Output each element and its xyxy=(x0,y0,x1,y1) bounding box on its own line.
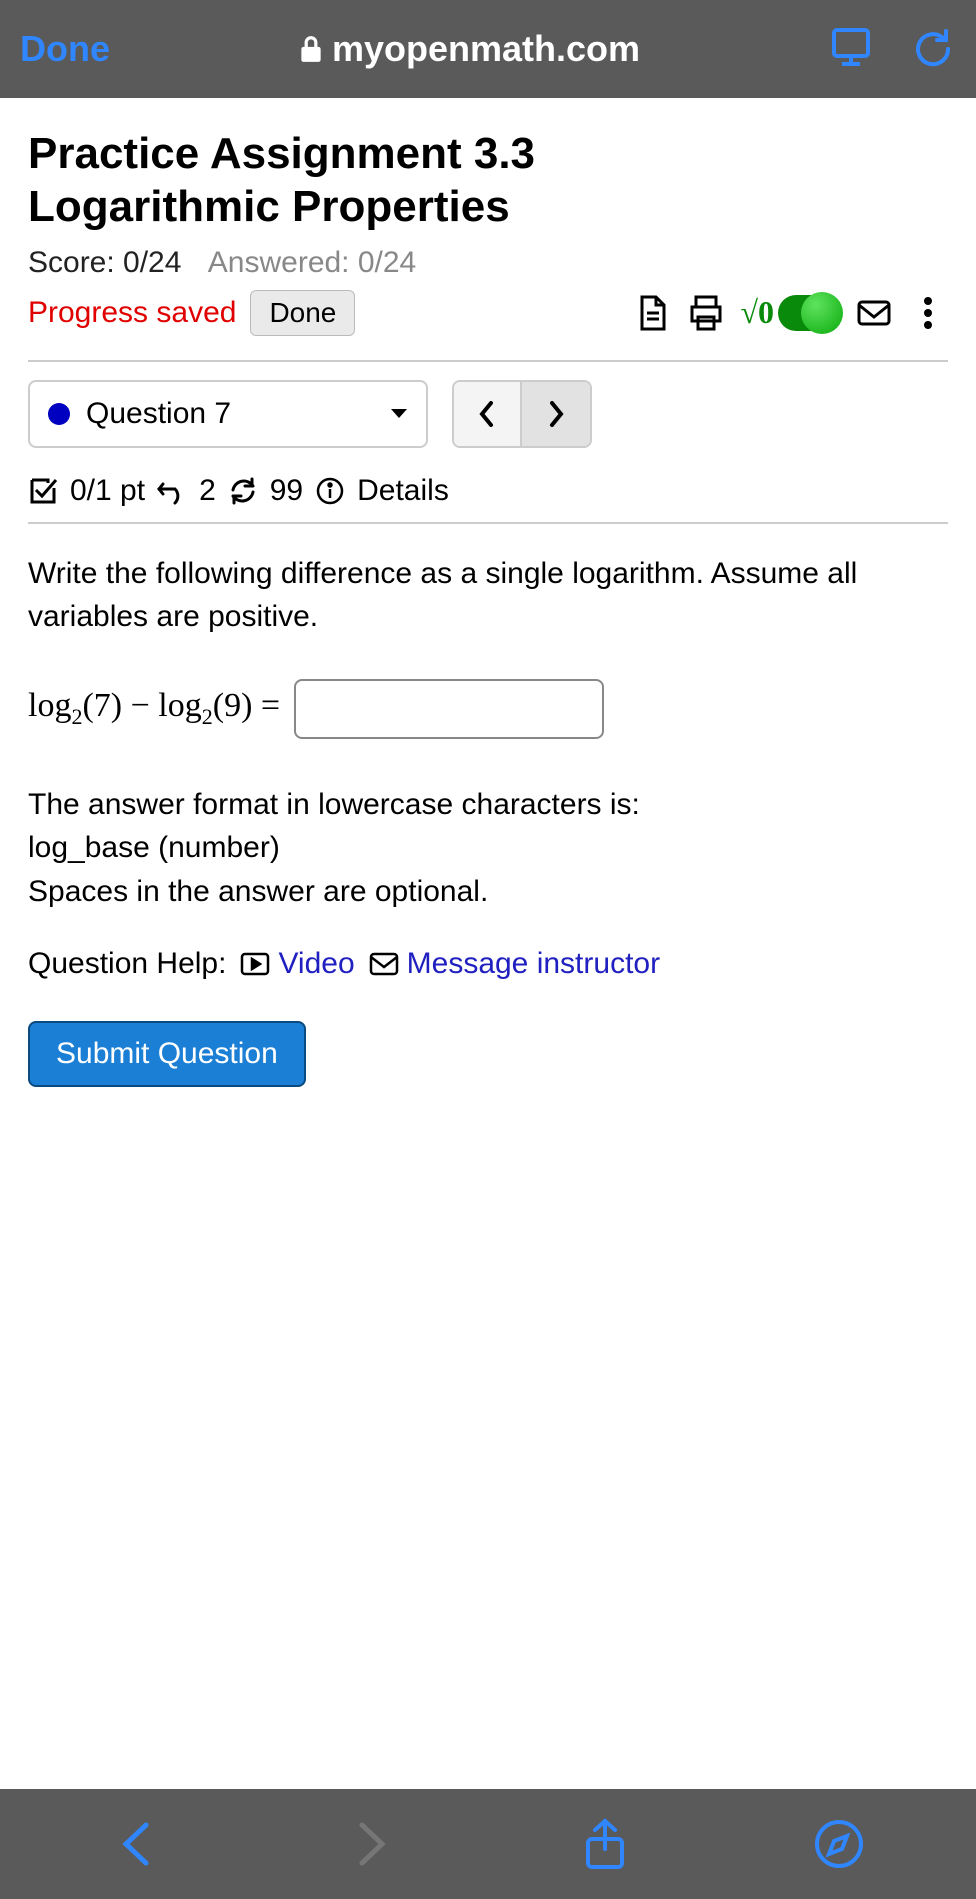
separator xyxy=(28,360,948,362)
chevron-left-icon xyxy=(479,401,495,427)
details-link[interactable]: Details xyxy=(357,474,449,508)
forward-icon xyxy=(344,1817,398,1871)
done-button[interactable]: Done xyxy=(250,290,355,336)
answer-input[interactable] xyxy=(294,679,604,739)
separator-2 xyxy=(28,522,948,524)
math-entry-toggle[interactable]: √0 xyxy=(740,294,840,331)
equation: log2(7) − log2(9) = xyxy=(28,679,948,739)
answered-text: Answered: 0/24 xyxy=(208,246,416,279)
page-title: Practice Assignment 3.3 Logarithmic Prop… xyxy=(28,128,948,234)
question-help-row: Question Help: Video Message instructor xyxy=(28,947,948,981)
question-selector-label: Question 7 xyxy=(86,397,231,431)
progress-saved-label: Progress saved xyxy=(28,296,236,330)
toggle-switch[interactable] xyxy=(778,295,840,331)
status-dot-icon xyxy=(48,403,70,425)
question-meta: 0/1 pt 2 99 Details xyxy=(28,468,948,522)
submit-question-button[interactable]: Submit Question xyxy=(28,1021,306,1087)
main-content: Practice Assignment 3.3 Logarithmic Prop… xyxy=(0,98,976,1789)
checkbox-icon xyxy=(28,476,58,506)
retries-text: 2 xyxy=(199,474,216,508)
attempts-text: 99 xyxy=(270,474,303,508)
notes-icon[interactable] xyxy=(632,293,672,333)
question-help-label: Question Help: xyxy=(28,947,226,981)
question-selector[interactable]: Question 7 xyxy=(28,380,428,448)
browser-top-bar: Done myopenmath.com xyxy=(0,0,976,98)
share-icon[interactable] xyxy=(578,1817,632,1871)
browser-bottom-bar xyxy=(0,1789,976,1899)
sync-icon xyxy=(228,476,258,506)
more-menu-icon[interactable] xyxy=(908,293,948,333)
answer-format-hint: The answer format in lowercase character… xyxy=(28,783,948,914)
expression-lhs: log2(7) − log2(9) = xyxy=(28,687,280,730)
question-nav-buttons xyxy=(452,380,592,448)
question-nav-row: Question 7 xyxy=(28,380,948,448)
toolbar: Progress saved Done √0 xyxy=(28,290,948,336)
message-instructor-link[interactable]: Message instructor xyxy=(369,947,660,981)
back-icon[interactable] xyxy=(110,1817,164,1871)
browser-url-text: myopenmath.com xyxy=(332,28,640,70)
video-icon xyxy=(240,952,270,976)
reader-icon[interactable] xyxy=(828,26,874,72)
score-row: Score: 0/24 Answered: 0/24 xyxy=(28,246,948,280)
envelope-icon xyxy=(369,952,399,976)
chevron-right-icon xyxy=(548,401,564,427)
next-question-button[interactable] xyxy=(522,382,590,446)
chevron-down-icon xyxy=(390,408,408,420)
question-prompt: Write the following difference as a sing… xyxy=(28,552,948,639)
browser-url[interactable]: myopenmath.com xyxy=(130,28,808,70)
info-icon xyxy=(315,476,345,506)
message-icon[interactable] xyxy=(854,293,894,333)
lock-icon xyxy=(298,34,324,64)
points-text: 0/1 pt xyxy=(70,474,145,508)
score-text: Score: 0/24 xyxy=(28,246,181,279)
video-help-link[interactable]: Video xyxy=(240,947,354,981)
browser-top-icons xyxy=(828,26,956,72)
browser-done-button[interactable]: Done xyxy=(20,28,110,70)
sqrt-icon: √0 xyxy=(740,294,774,331)
reload-icon[interactable] xyxy=(910,26,956,72)
print-icon[interactable] xyxy=(686,293,726,333)
undo-icon xyxy=(157,476,187,506)
prev-question-button[interactable] xyxy=(454,382,522,446)
compass-icon[interactable] xyxy=(812,1817,866,1871)
